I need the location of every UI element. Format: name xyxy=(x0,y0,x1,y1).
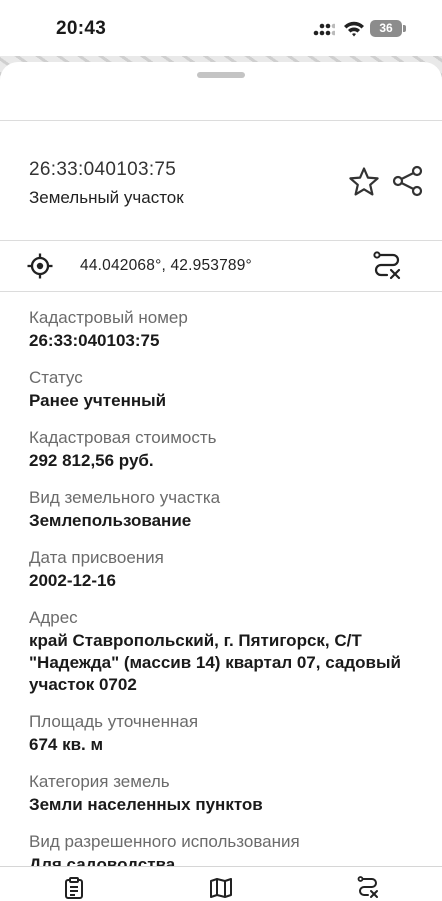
map-icon[interactable] xyxy=(209,876,233,900)
star-icon[interactable] xyxy=(347,165,381,199)
status-time: 20:43 xyxy=(56,18,107,39)
parcel-details-list: Кадастровый номер 26:33:040103:75 Статус… xyxy=(29,307,419,868)
field-value: 292 812,56 руб. xyxy=(29,451,154,470)
route-clear-icon[interactable] xyxy=(356,876,380,900)
field-permitted-use: Вид разрешенного использования Для садов… xyxy=(29,831,419,868)
field-cadastral-value: Кадастровая стоимость 292 812,56 руб. xyxy=(29,427,419,472)
field-value: 26:33:040103:75 xyxy=(29,331,160,350)
field-value: Земли населенных пунктов xyxy=(29,795,263,814)
sheet-drag-handle[interactable] xyxy=(197,72,245,78)
field-area: Площадь уточненная 674 кв. м xyxy=(29,711,419,756)
coordinates-text[interactable]: 44.042068°, 42.953789° xyxy=(80,257,252,275)
field-address: Адрес край Ставропольский, г. Пятигорск,… xyxy=(29,607,419,696)
divider xyxy=(0,120,442,121)
target-icon[interactable] xyxy=(27,253,53,279)
field-label: Площадь уточненная xyxy=(29,712,199,731)
field-value: Землепользование xyxy=(29,511,192,530)
field-assignment-date: Дата присвоения 2002-12-16 xyxy=(29,547,419,592)
field-cadastral-number: Кадастровый номер 26:33:040103:75 xyxy=(29,307,419,352)
wifi-icon xyxy=(344,21,364,37)
divider xyxy=(0,291,442,292)
field-value: край Ставропольский, г. Пятигорск, С/Т "… xyxy=(29,631,401,694)
field-label: Вид разрешенного использования xyxy=(29,832,300,851)
cellular-signal-icon xyxy=(313,23,335,36)
field-label: Кадастровая стоимость xyxy=(29,428,217,447)
field-label: Адрес xyxy=(29,608,78,627)
field-status: Статус Ранее учтенный xyxy=(29,367,419,412)
field-value: Ранее учтенный xyxy=(29,391,167,410)
clipboard-icon[interactable] xyxy=(62,876,86,900)
field-value: 674 кв. м xyxy=(29,735,104,754)
share-icon[interactable] xyxy=(391,164,425,198)
divider xyxy=(0,240,442,241)
field-value: 2002-12-16 xyxy=(29,571,116,590)
field-label: Кадастровый номер xyxy=(29,308,188,327)
field-label: Категория земель xyxy=(29,772,170,791)
field-label: Статус xyxy=(29,368,83,387)
field-parcel-kind: Вид земельного участка Землепользование xyxy=(29,487,419,532)
route-clear-icon[interactable] xyxy=(371,251,403,283)
field-land-category: Категория земель Земли населенных пункто… xyxy=(29,771,419,816)
parcel-object-type: Земельный участок xyxy=(29,188,184,207)
parcel-bottom-sheet: 26:33:040103:75 Земельный участок 44.042… xyxy=(0,62,442,868)
field-label: Дата присвоения xyxy=(29,548,164,567)
field-label: Вид земельного участка xyxy=(29,488,221,507)
parcel-cadastral-number: 26:33:040103:75 xyxy=(29,159,177,180)
status-bar: 20:43 36 xyxy=(0,0,442,56)
bottom-tab-bar xyxy=(0,866,442,901)
battery-indicator: 36 xyxy=(370,20,402,37)
battery-cap xyxy=(403,25,406,32)
